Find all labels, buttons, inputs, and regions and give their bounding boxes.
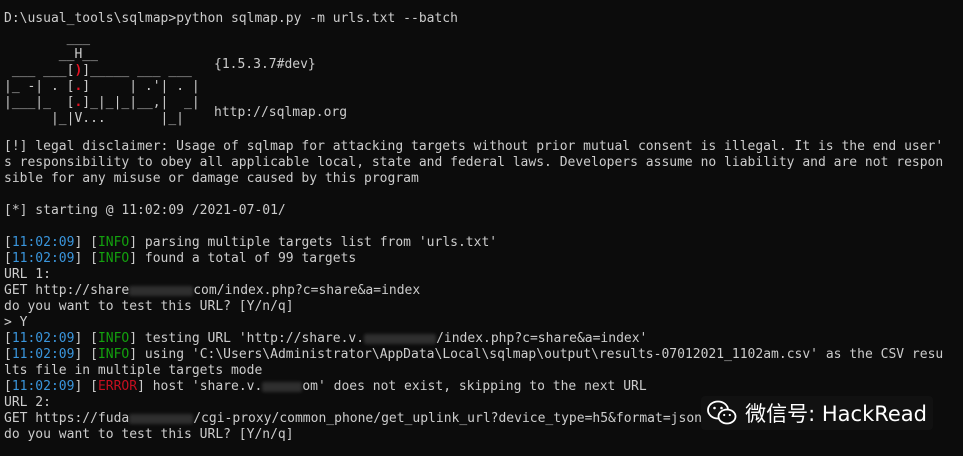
log-line-error: [11:02:09] [ERROR] host 'share.v. om' doe… — [4, 379, 647, 394]
batch-answer: > Y — [4, 315, 28, 330]
log-level-info: INFO — [97, 347, 130, 362]
log-level-info: INFO — [97, 331, 130, 346]
log-level-error: ERROR — [97, 379, 138, 394]
wechat-watermark: 微信号: HackRead — [701, 396, 933, 430]
log-level-info: INFO — [97, 251, 130, 266]
redacted-block — [262, 381, 303, 392]
redacted-block — [364, 333, 437, 344]
get-request-line: GET http://share com/index.php?c=share&a=… — [4, 283, 421, 298]
log-level-info: INFO — [97, 235, 130, 250]
sqlmap-banner: ___ __H__ ___ ___[)]_____ ___ ___ |_ -| … — [4, 31, 963, 127]
sqlmap-url: http://sqlmap.org — [214, 105, 348, 120]
sqlmap-version: {1.5.3.7#dev} — [214, 57, 316, 72]
shell-prompt: D:\usual_tools\sqlmap> — [4, 11, 177, 26]
redacted-block — [129, 413, 194, 424]
typed-command: python sqlmap.py -m urls.txt --batch — [176, 11, 458, 26]
log-message: using 'C:\Users\Administrator\AppData\Lo… — [137, 347, 944, 362]
redacted-block — [129, 285, 194, 296]
log-timestamp: 11:02:09 — [11, 235, 75, 250]
log-line: [11:02:09] [INFO] found a total of 99 ta… — [4, 251, 357, 266]
log-timestamp: 11:02:09 — [11, 379, 75, 394]
log-timestamp: 11:02:09 — [11, 251, 75, 266]
log-line: [11:02:09] [INFO] testing URL 'http://sh… — [4, 331, 648, 346]
sqlmap-logo-art: ___ __H__ ___ ___[)]_____ ___ ___ |_ -| … — [4, 31, 200, 126]
log-line: [11:02:09] [INFO] using 'C:\Users\Admini… — [4, 347, 944, 362]
log-timestamp: 11:02:09 — [11, 347, 75, 362]
command-line: D:\usual_tools\sqlmap>python sqlmap.py -… — [4, 11, 963, 27]
watermark-text: 微信号: HackRead — [745, 402, 927, 426]
starting-line: [*] starting @ 11:02:09 /2021-07-01/ — [4, 203, 286, 218]
log-message: parsing multiple targets list from 'urls… — [137, 235, 498, 250]
url-label: URL 1: — [4, 267, 51, 282]
log-timestamp: 11:02:09 — [11, 331, 75, 346]
test-question: do you want to test this URL? [Y/n/q] — [4, 299, 294, 314]
log-line: [11:02:09] [INFO] parsing multiple targe… — [4, 235, 498, 250]
wechat-icon — [707, 400, 737, 426]
legal-disclaimer: [!] legal disclaimer: Usage of sqlmap fo… — [4, 139, 944, 186]
wrapped-line: lts file in multiple targets mode — [4, 363, 263, 378]
log-message: found a total of 99 targets — [137, 251, 357, 266]
terminal-output: D:\usual_tools\sqlmap>python sqlmap.py -… — [4, 11, 963, 443]
